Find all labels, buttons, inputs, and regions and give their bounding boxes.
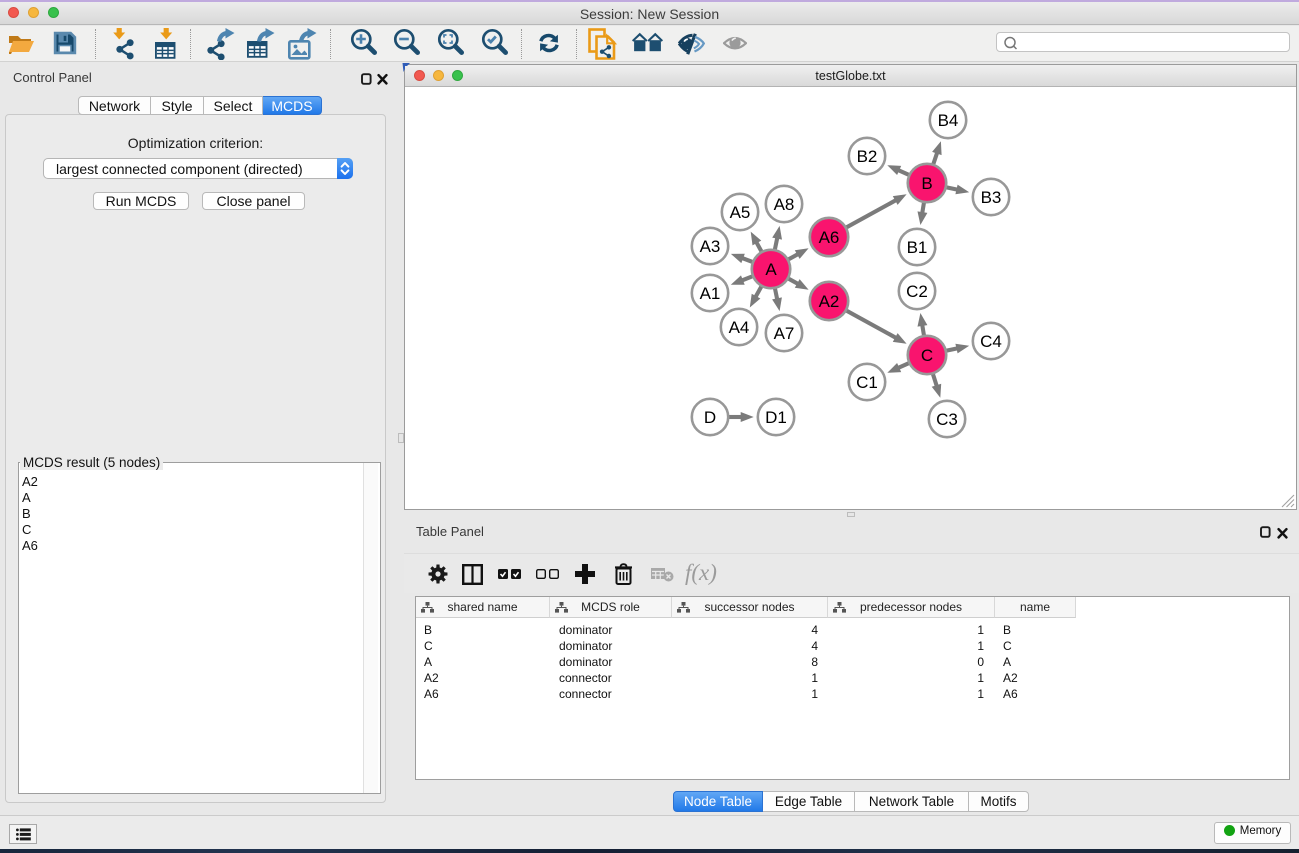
svg-text:C4: C4 (980, 332, 1002, 351)
svg-text:B4: B4 (938, 111, 959, 130)
svg-text:C: C (921, 346, 933, 365)
svg-text:B1: B1 (907, 238, 928, 257)
svg-text:B2: B2 (857, 147, 878, 166)
svg-text:D: D (704, 408, 716, 427)
svg-text:A1: A1 (700, 284, 721, 303)
svg-text:A4: A4 (729, 318, 750, 337)
svg-text:A5: A5 (730, 203, 751, 222)
svg-text:A7: A7 (774, 324, 795, 343)
svg-text:C2: C2 (906, 282, 928, 301)
svg-text:A8: A8 (774, 195, 795, 214)
svg-text:A6: A6 (819, 228, 840, 247)
svg-text:A2: A2 (819, 292, 840, 311)
svg-text:C1: C1 (856, 373, 878, 392)
svg-text:C3: C3 (936, 410, 958, 429)
svg-text:A3: A3 (700, 237, 721, 256)
svg-text:A: A (765, 260, 777, 279)
svg-text:B: B (921, 174, 932, 193)
svg-text:D1: D1 (765, 408, 787, 427)
svg-text:B3: B3 (981, 188, 1002, 207)
